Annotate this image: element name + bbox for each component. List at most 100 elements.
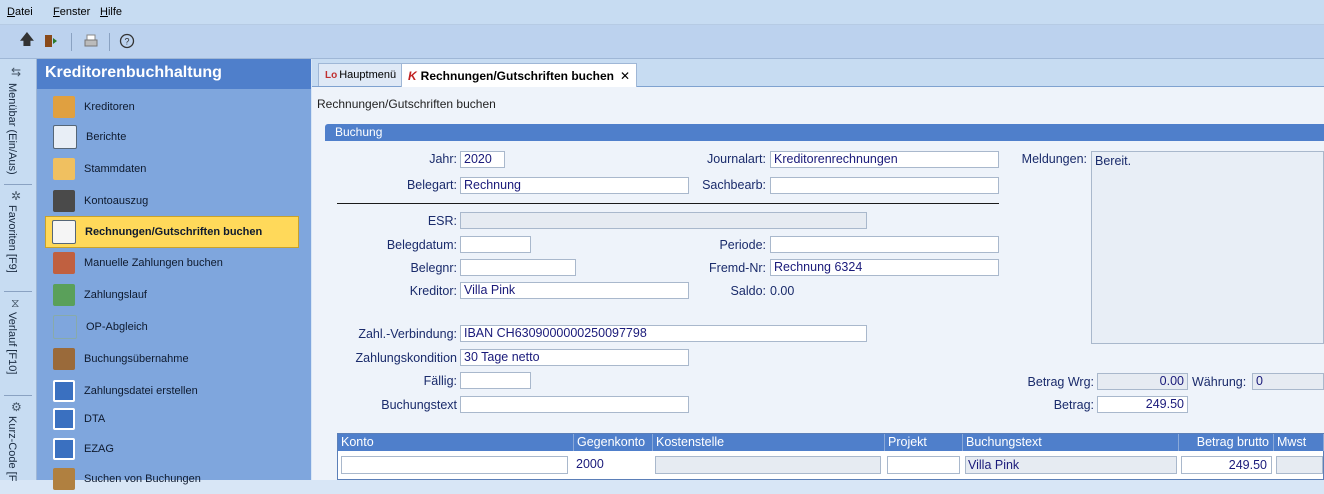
nav-item-zahlungslauf[interactable]: Zahlungslauf [47, 280, 311, 310]
toolbar-separator [71, 33, 72, 51]
meldungen-label: Meldungen: [1021, 152, 1087, 166]
tab-bar: Lo Hauptmenü K Rechnungen/Gutschriften b… [312, 59, 1324, 87]
meldungen-box: Bereit. [1091, 151, 1324, 344]
nav-item-kontoauszug[interactable]: Kontoauszug [47, 186, 311, 216]
people-icon [53, 96, 75, 118]
col-header-gegenkonto[interactable]: Gegenkonto [574, 434, 653, 451]
cell-buchungstext[interactable]: Villa Pink [965, 456, 1177, 474]
close-icon[interactable]: ✕ [620, 69, 630, 83]
belegdatum-input[interactable] [460, 236, 531, 253]
cell-projekt[interactable] [887, 456, 960, 474]
zahlverb-input[interactable]: IBAN CH6309000000250097798 [460, 325, 867, 342]
nav-item-dta[interactable]: DTA [47, 404, 311, 434]
box-icon [53, 348, 75, 370]
fremdnr-label: Fremd-Nr: [709, 261, 766, 275]
nav-title: Kreditorenbuchhaltung [37, 59, 311, 89]
cell-mwst[interactable] [1276, 456, 1323, 474]
history-icon[interactable]: ⧖ [11, 296, 19, 311]
periode-input[interactable] [770, 236, 999, 253]
zahlverb-label: Zahl.-Verbindung: [358, 327, 457, 341]
buchungstext-input[interactable] [460, 396, 689, 413]
menu-hilfe[interactable]: Hilfe [100, 6, 122, 18]
belegnr-input[interactable] [460, 259, 576, 276]
menu-datei[interactable]: Datei [7, 6, 33, 18]
cell-gegenkonto[interactable]: 2000 [574, 456, 652, 474]
jahr-input[interactable]: 2020 [460, 151, 505, 168]
nav-item-berichte[interactable]: Berichte [47, 122, 311, 152]
fremdnr-input[interactable]: Rechnung 6324 [770, 259, 999, 276]
up-arrow-icon[interactable]: 🡅 [16, 30, 38, 52]
journalart-label: Journalart: [706, 152, 766, 166]
zahlkond-label: Zahlungskondition [355, 351, 457, 365]
col-header-mwst[interactable]: Mwst [1274, 434, 1324, 451]
exit-door-icon[interactable] [40, 30, 62, 52]
invoice-icon [52, 220, 76, 244]
money-icon [53, 284, 75, 306]
nav-item-label: Stammdaten [84, 163, 147, 175]
esr-input[interactable] [460, 212, 867, 229]
betrag-input[interactable]: 249.50 [1097, 396, 1188, 413]
side-tab-kurzcode[interactable]: Kurz-Code [F [6, 416, 18, 481]
waehrung-input[interactable]: 0 [1252, 373, 1324, 390]
cell-kostenstelle[interactable] [655, 456, 881, 474]
nav-item-rechnungen[interactable]: Rechnungen/Gutschriften buchen [45, 216, 299, 248]
menu-fenster[interactable]: Fenster [53, 6, 90, 18]
nav-item-label: Buchungsübernahme [84, 353, 189, 365]
side-tab-verlauf[interactable]: Verlauf [F10] [6, 312, 18, 374]
side-tab-separator [4, 395, 32, 396]
nav-item-label: Kontoauszug [84, 195, 149, 207]
cell-betrag[interactable]: 249.50 [1181, 456, 1272, 474]
nav-panel: Kreditorenbuchhaltung Kreditoren Bericht… [37, 59, 311, 490]
side-tab-menubar[interactable]: Menübar (Ein/Aus) [6, 83, 18, 175]
side-tab-favoriten[interactable]: Favoriten [F9] [6, 205, 18, 273]
nav-item-label: Rechnungen/Gutschriften buchen [85, 226, 263, 238]
nav-item-label: EZAG [84, 443, 114, 455]
nav-item-label: Zahlungslauf [84, 289, 147, 301]
sachbearb-label: Sachbearb: [702, 178, 766, 192]
betragwrg-input[interactable]: 0.00 [1097, 373, 1188, 390]
paperclip-icon [53, 315, 77, 339]
invoice-tab-icon: K [408, 68, 417, 83]
nav-item-label: Manuelle Zahlungen buchen [84, 257, 223, 269]
nav-item-suchen[interactable]: Suchen von Buchungen [47, 464, 311, 494]
nav-item-zahlungsdatei[interactable]: Zahlungsdatei erstellen [47, 376, 311, 406]
nav-item-stammdaten[interactable]: Stammdaten [47, 154, 311, 184]
kreditor-label: Kreditor: [409, 284, 457, 298]
sachbearb-input[interactable] [770, 177, 999, 194]
folder-icon [53, 158, 75, 180]
tab-rechnungen[interactable]: K Rechnungen/Gutschriften buchen ✕ [401, 63, 638, 87]
zahlkond-input[interactable]: 30 Tage netto [460, 349, 689, 366]
page-subtitle: Rechnungen/Gutschriften buchen [317, 97, 496, 111]
kreditor-input[interactable]: Villa Pink [460, 282, 689, 299]
nav-item-buchungsuebernahme[interactable]: Buchungsübernahme [47, 344, 311, 374]
nav-item-label: Berichte [86, 131, 127, 143]
menubar-toggle-icon[interactable]: ⇆ [11, 65, 21, 79]
main-area: Lo Hauptmenü K Rechnungen/Gutschriften b… [312, 59, 1324, 480]
cell-konto[interactable] [341, 456, 568, 474]
col-header-betrag[interactable]: Betrag brutto [1179, 434, 1274, 451]
gear-icon[interactable]: ⚙ [11, 400, 22, 414]
home-icon: Lo [325, 69, 338, 81]
belegdatum-label: Belegdatum: [386, 238, 457, 252]
journalart-input[interactable]: Kreditorenrechnungen [770, 151, 999, 168]
belegart-input[interactable]: Rechnung [460, 177, 689, 194]
belegart-label: Belegart: [406, 178, 457, 192]
payment-icon [53, 252, 75, 274]
col-header-kostenstelle[interactable]: Kostenstelle [653, 434, 885, 451]
nav-item-kreditoren[interactable]: Kreditoren [47, 92, 311, 122]
col-header-buchungstext[interactable]: Buchungstext [963, 434, 1179, 451]
nav-item-op-abgleich[interactable]: OP-Abgleich [47, 312, 311, 342]
buchungstext-label: Buchungstext [381, 398, 457, 412]
side-tab-separator [4, 291, 32, 292]
favorites-icon[interactable]: ✲ [11, 189, 21, 203]
col-header-projekt[interactable]: Projekt [885, 434, 963, 451]
tab-hauptmenue[interactable]: Lo Hauptmenü [318, 63, 404, 86]
faellig-input[interactable] [460, 372, 531, 389]
form-divider [337, 203, 999, 204]
help-icon[interactable]: ? [116, 30, 138, 52]
print-icon[interactable] [80, 30, 102, 52]
col-header-konto[interactable]: Konto [338, 434, 574, 451]
nav-item-ezag[interactable]: EZAG [47, 434, 311, 464]
nav-item-label: Zahlungsdatei erstellen [84, 385, 198, 397]
nav-item-manuelle-zahlungen[interactable]: Manuelle Zahlungen buchen [47, 248, 311, 278]
